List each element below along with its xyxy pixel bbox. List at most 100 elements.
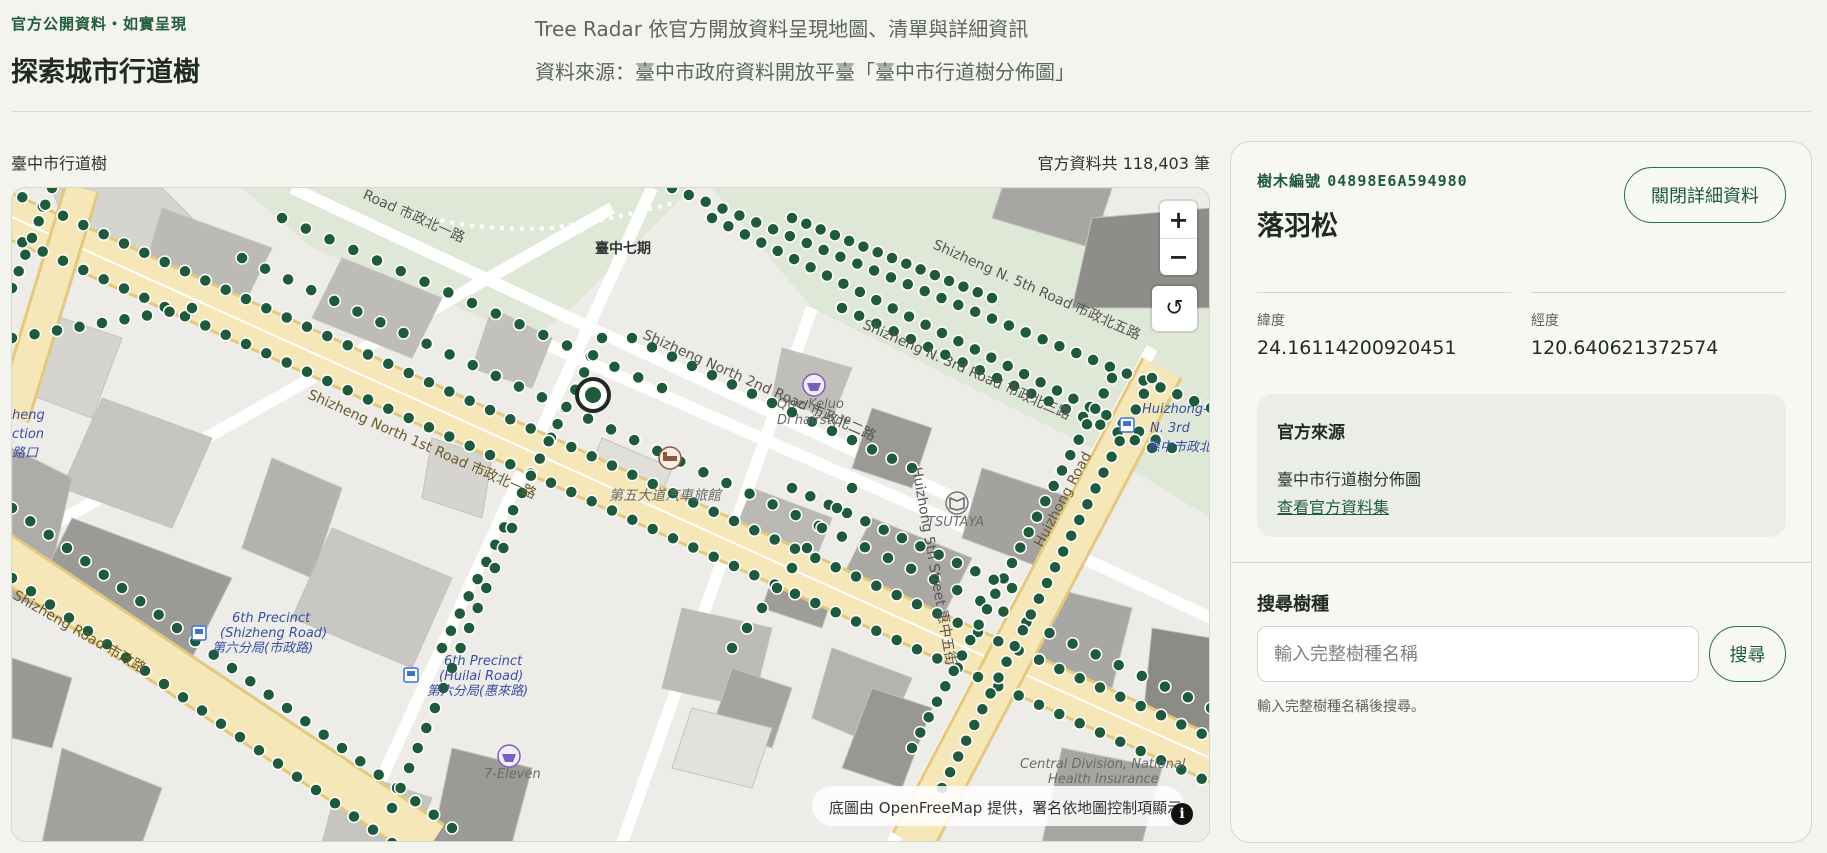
tree-marker[interactable]	[12, 501, 19, 515]
tree-marker[interactable]	[1013, 540, 1028, 555]
tree-marker[interactable]	[910, 597, 924, 612]
tree-marker[interactable]	[489, 306, 503, 321]
tree-marker[interactable]	[115, 581, 129, 595]
tree-marker[interactable]	[943, 765, 957, 779]
tree-marker[interactable]	[151, 607, 166, 622]
tree-marker[interactable]	[584, 449, 599, 464]
selected-tree-marker-icon[interactable]	[575, 377, 611, 413]
tree-marker[interactable]	[1048, 560, 1062, 574]
tree-marker[interactable]	[393, 781, 408, 795]
tree-marker[interactable]	[815, 521, 829, 535]
tree-marker[interactable]	[1096, 465, 1111, 480]
tree-marker[interactable]	[1072, 716, 1087, 731]
tree-marker[interactable]	[23, 514, 38, 529]
tree-marker[interactable]	[239, 292, 253, 306]
tree-marker[interactable]	[765, 497, 780, 512]
tree-marker[interactable]	[370, 253, 384, 268]
tree-marker[interactable]	[850, 256, 865, 271]
tree-marker[interactable]	[938, 679, 953, 694]
tree-marker[interactable]	[808, 596, 823, 610]
tree-marker[interactable]	[1005, 556, 1019, 570]
tree-marker[interactable]	[984, 350, 999, 365]
tree-marker[interactable]	[625, 468, 640, 482]
info-icon[interactable]: i	[1171, 803, 1193, 825]
tree-marker[interactable]	[1011, 688, 1026, 703]
tree-marker[interactable]	[1170, 387, 1185, 402]
tree-marker[interactable]	[366, 823, 380, 837]
tree-marker[interactable]	[422, 375, 436, 390]
tree-marker[interactable]	[858, 540, 872, 555]
tree-marker[interactable]	[1111, 658, 1126, 672]
tree-marker[interactable]	[942, 274, 956, 288]
tree-marker[interactable]	[417, 275, 432, 289]
tree-marker[interactable]	[361, 392, 375, 407]
tree-marker[interactable]	[162, 305, 177, 319]
tree-marker[interactable]	[461, 589, 476, 604]
tree-marker[interactable]	[559, 400, 574, 414]
tree-marker[interactable]	[845, 481, 859, 495]
tree-marker[interactable]	[968, 305, 982, 319]
tree-marker[interactable]	[396, 326, 411, 340]
tree-marker[interactable]	[884, 270, 898, 285]
tree-marker[interactable]	[524, 469, 538, 483]
tree-marker[interactable]	[705, 211, 719, 225]
tree-marker[interactable]	[176, 690, 190, 705]
tree-marker[interactable]	[770, 581, 784, 595]
tree-marker[interactable]	[536, 328, 551, 342]
tree-marker[interactable]	[442, 384, 457, 399]
tree-marker[interactable]	[523, 421, 538, 436]
tree-marker[interactable]	[967, 718, 982, 732]
tree-marker[interactable]	[767, 532, 782, 547]
tree-marker[interactable]	[605, 458, 619, 473]
tree-marker[interactable]	[1072, 671, 1087, 686]
tree-marker[interactable]	[686, 540, 701, 555]
tree-marker[interactable]	[340, 338, 355, 353]
tree-marker[interactable]	[299, 221, 313, 236]
tree-marker[interactable]	[1088, 481, 1103, 496]
tree-marker[interactable]	[1174, 717, 1189, 732]
tree-marker[interactable]	[698, 195, 713, 209]
tree-marker[interactable]	[828, 228, 842, 242]
tree-marker[interactable]	[419, 721, 434, 735]
tree-marker[interactable]	[971, 617, 986, 632]
tree-marker[interactable]	[401, 411, 416, 425]
tree-marker[interactable]	[426, 807, 441, 822]
tree-marker[interactable]	[706, 505, 721, 519]
tree-marker[interactable]	[1030, 510, 1044, 524]
zoom-out-button[interactable]: −	[1160, 238, 1197, 275]
tree-marker[interactable]	[959, 733, 973, 748]
tree-marker[interactable]	[453, 641, 468, 655]
tree-marker[interactable]	[1104, 450, 1119, 464]
tree-marker[interactable]	[347, 809, 361, 824]
tree-marker[interactable]	[975, 702, 990, 716]
tree-marker[interactable]	[910, 642, 924, 657]
tree-marker[interactable]	[581, 411, 595, 426]
tree-marker[interactable]	[1145, 371, 1159, 385]
tree-marker[interactable]	[428, 701, 442, 715]
tree-marker[interactable]	[901, 277, 915, 292]
tree-marker[interactable]	[419, 336, 434, 351]
tree-marker[interactable]	[991, 670, 1006, 685]
tree-marker[interactable]	[595, 331, 609, 345]
tree-marker[interactable]	[544, 476, 558, 490]
tree-marker[interactable]	[185, 301, 199, 315]
tree-marker[interactable]	[876, 522, 891, 537]
tree-marker[interactable]	[541, 434, 556, 449]
tree-marker[interactable]	[56, 209, 70, 223]
tree-marker[interactable]	[625, 513, 640, 527]
tree-marker[interactable]	[271, 756, 285, 771]
tree-marker[interactable]	[905, 741, 919, 755]
map-svg[interactable]: 臺中七期 第五大道汽車旅館 Qtie Keluo Di hairstyle TS…	[12, 188, 1210, 842]
tree-marker[interactable]	[408, 794, 423, 809]
tree-marker[interactable]	[1181, 690, 1195, 705]
tree-marker[interactable]	[1088, 402, 1103, 416]
tree-marker[interactable]	[631, 370, 646, 385]
tree-marker[interactable]	[96, 567, 111, 582]
tree-marker[interactable]	[1052, 707, 1067, 721]
tree-marker[interactable]	[350, 304, 365, 319]
tree-marker[interactable]	[706, 550, 721, 564]
tree-marker[interactable]	[361, 347, 375, 362]
tree-marker[interactable]	[627, 433, 641, 447]
tree-marker[interactable]	[479, 581, 494, 595]
tree-marker[interactable]	[503, 457, 518, 472]
